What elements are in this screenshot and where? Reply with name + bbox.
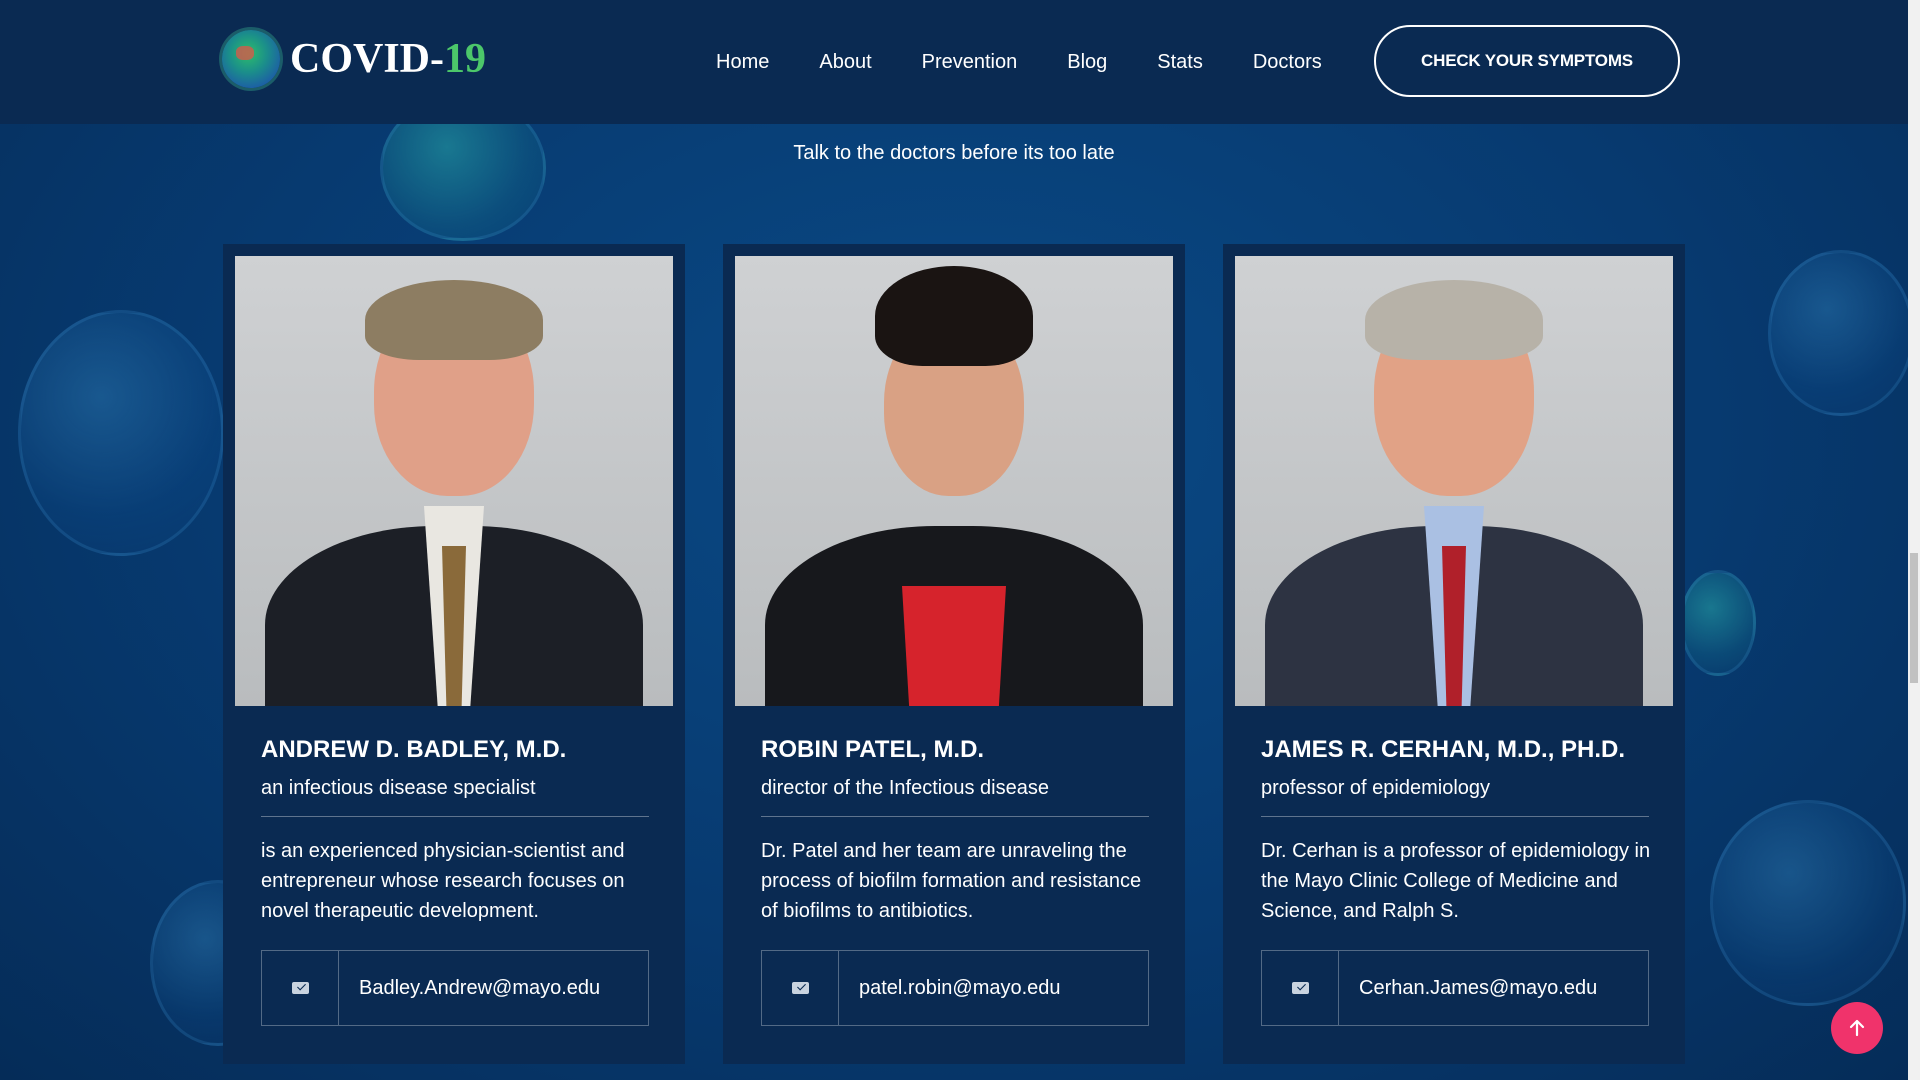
- doctor-description: is an experienced physician-scientist an…: [261, 840, 625, 922]
- globe-virus-icon: [222, 30, 280, 88]
- nav-item-prevention[interactable]: Prevention: [922, 51, 1018, 74]
- contact-icon-cell: [762, 951, 839, 1025]
- doctor-name: JAMES R. CERHAN, M.D., PH.D.: [1261, 736, 1626, 763]
- doctor-photo: [1235, 256, 1673, 706]
- doctor-role: professor of epidemiology: [1261, 777, 1491, 799]
- section-tagline: Talk to the doctors before its too late: [793, 142, 1115, 164]
- doctor-email-link[interactable]: Badley.Andrew@mayo.edu: [339, 951, 600, 1025]
- nav-item-blog[interactable]: Blog: [1067, 51, 1107, 74]
- background-virus-decoration: [18, 310, 224, 556]
- card-divider: [261, 816, 649, 817]
- mail-icon: [291, 982, 309, 994]
- nav-item-home[interactable]: Home: [716, 51, 769, 74]
- doctor-name: ANDREW D. BADLEY, M.D.: [261, 736, 567, 763]
- brand-logo[interactable]: COVID-19: [222, 30, 486, 88]
- doctor-contact[interactable]: Badley.Andrew@mayo.edu: [261, 950, 649, 1026]
- nav-item-stats[interactable]: Stats: [1157, 51, 1203, 74]
- mail-icon: [791, 982, 809, 994]
- page-scrollbar[interactable]: [1908, 0, 1920, 1080]
- nav-item-about[interactable]: About: [819, 51, 871, 74]
- check-symptoms-button[interactable]: CHECK YOUR SYMPTOMS: [1374, 25, 1680, 97]
- doctor-email-link[interactable]: Cerhan.James@mayo.edu: [1339, 951, 1597, 1025]
- brand-name-prefix: COVID-: [290, 36, 444, 82]
- mail-icon: [1291, 982, 1309, 994]
- scroll-to-top-button[interactable]: [1831, 1002, 1883, 1054]
- doctor-contact[interactable]: patel.robin@mayo.edu: [761, 950, 1149, 1026]
- photo-hair: [365, 280, 543, 360]
- photo-hair: [875, 266, 1033, 366]
- contact-icon-cell: [1262, 951, 1339, 1025]
- brand-name: COVID-19: [290, 35, 486, 83]
- photo-hair: [1365, 280, 1543, 360]
- doctor-photo: [735, 256, 1173, 706]
- doctor-card: ANDREW D. BADLEY, M.D. an infectious dis…: [223, 244, 685, 1064]
- background-virus-decoration: [1680, 570, 1756, 676]
- brand-name-number: 19: [444, 36, 486, 82]
- doctor-email-link[interactable]: patel.robin@mayo.edu: [839, 951, 1061, 1025]
- background-virus-decoration: [1710, 800, 1906, 1006]
- main-nav: Home About Prevention Blog Stats Doctors: [700, 0, 1372, 124]
- doctor-photo: [235, 256, 673, 706]
- card-divider: [1261, 816, 1649, 817]
- doctor-description: Dr. Cerhan is a professor of epidemiolog…: [1261, 840, 1651, 922]
- scrollbar-thumb[interactable]: [1910, 553, 1918, 683]
- doctor-name: ROBIN PATEL, M.D.: [761, 736, 985, 763]
- site-header: COVID-19 Home About Prevention Blog Stat…: [0, 0, 1908, 124]
- doctor-card: JAMES R. CERHAN, M.D., PH.D. professor o…: [1223, 244, 1685, 1064]
- contact-icon-cell: [262, 951, 339, 1025]
- photo-shirt: [902, 586, 1006, 706]
- page: COVID-19 Home About Prevention Blog Stat…: [0, 0, 1920, 1080]
- nav-item-doctors[interactable]: Doctors: [1253, 51, 1322, 74]
- card-divider: [761, 816, 1149, 817]
- doctor-card: ROBIN PATEL, M.D. director of the Infect…: [723, 244, 1185, 1064]
- doctor-role: director of the Infectious disease: [761, 777, 1049, 799]
- doctor-role: an infectious disease specialist: [261, 777, 536, 799]
- arrow-up-icon: [1849, 1019, 1865, 1037]
- doctor-description: Dr. Patel and her team are unraveling th…: [761, 840, 1142, 922]
- doctor-contact[interactable]: Cerhan.James@mayo.edu: [1261, 950, 1649, 1026]
- background-virus-decoration: [1768, 250, 1914, 416]
